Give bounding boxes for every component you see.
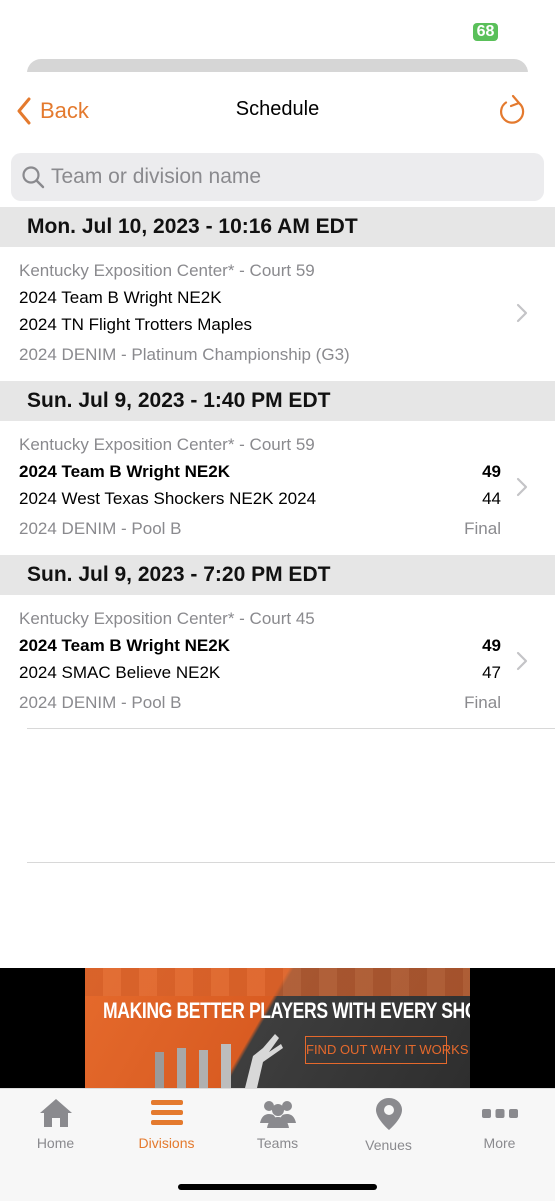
- division-name: 2024 DENIM - Pool B: [19, 693, 182, 712]
- tab-venues[interactable]: Venues: [333, 1097, 444, 1161]
- ad-headline: MAKING BETTER PLAYERS WITH EVERY SHOT: [103, 998, 470, 1023]
- tab-divisions[interactable]: Divisions: [111, 1097, 222, 1161]
- team-name: 2024 Team B Wright NE2K: [19, 288, 222, 307]
- tab-label: Venues: [365, 1137, 412, 1153]
- game-status: Final: [464, 519, 501, 538]
- search-bar: [11, 153, 544, 201]
- tab-label: Home: [36, 1135, 75, 1151]
- row-separator: [27, 728, 555, 729]
- venue-court: Kentucky Exposition Center* - Court 45: [19, 609, 315, 628]
- teams-icon: [259, 1101, 296, 1128]
- ad-banner: MAKING BETTER PLAYERS WITH EVERY SHOT FI…: [0, 968, 555, 1088]
- more-icon: [481, 1109, 518, 1118]
- game-row[interactable]: Kentucky Exposition Center* - Court 59 2…: [0, 421, 555, 555]
- divisions-icon: [150, 1100, 183, 1125]
- team-score: 47: [482, 663, 501, 682]
- location-pin-icon: [375, 1098, 402, 1130]
- team-name: 2024 Team B Wright NE2K: [19, 636, 230, 655]
- game-row[interactable]: Kentucky Exposition Center* - Court 45 2…: [0, 595, 555, 729]
- hands-illustration: [155, 1034, 283, 1088]
- game-row[interactable]: Kentucky Exposition Center* - Court 59 2…: [0, 247, 555, 381]
- refresh-icon: [500, 94, 525, 124]
- status-bar: 68: [0, 0, 555, 60]
- team-name: 2024 West Texas Shockers NE2K 2024: [19, 489, 317, 508]
- team-score: 44: [482, 489, 501, 508]
- team-name: 2024 TN Flight Trotters Maples: [19, 315, 253, 334]
- ad-texture: [85, 968, 470, 996]
- division-name: 2024 DENIM - Pool B: [19, 519, 182, 538]
- page-title: Schedule: [235, 98, 320, 120]
- search-input[interactable]: [51, 153, 531, 201]
- battery-indicator: 68: [473, 23, 498, 41]
- nav-bar: Back Schedule: [0, 72, 555, 150]
- date-header: Mon. Jul 10, 2023 - 10:16 AM EDT: [0, 207, 555, 247]
- tab-label: More: [483, 1135, 516, 1151]
- tab-label: Divisions: [138, 1135, 195, 1151]
- date-header-label: Sun. Jul 9, 2023 - 7:20 PM EDT: [27, 563, 331, 586]
- date-header: Sun. Jul 9, 2023 - 7:20 PM EDT: [0, 555, 555, 595]
- chevron-right-icon: [516, 477, 528, 497]
- search-icon: [22, 166, 45, 189]
- tab-label: Teams: [256, 1135, 299, 1151]
- home-indicator: [178, 1184, 377, 1190]
- venue-court: Kentucky Exposition Center* - Court 59: [19, 435, 315, 454]
- ad-creative[interactable]: MAKING BETTER PLAYERS WITH EVERY SHOT FI…: [85, 968, 470, 1088]
- refresh-button[interactable]: [497, 94, 527, 126]
- chevron-right-icon: [516, 651, 528, 671]
- tab-home[interactable]: Home: [0, 1097, 111, 1161]
- division-name: 2024 DENIM - Platinum Championship (G3): [19, 345, 350, 364]
- date-header-label: Mon. Jul 10, 2023 - 10:16 AM EDT: [27, 215, 358, 238]
- game-status: Final: [464, 693, 501, 712]
- ad-cta-button[interactable]: FIND OUT WHY IT WORKS: [305, 1036, 469, 1064]
- home-icon: [39, 1099, 72, 1127]
- chevron-right-icon: [516, 303, 528, 323]
- team-score: 49: [482, 462, 501, 481]
- team-score: 49: [482, 636, 501, 655]
- date-header-label: Sun. Jul 9, 2023 - 1:40 PM EDT: [27, 389, 331, 412]
- row-separator: [27, 862, 555, 863]
- date-header: Sun. Jul 9, 2023 - 1:40 PM EDT: [0, 381, 555, 421]
- team-name: 2024 Team B Wright NE2K: [19, 462, 230, 481]
- tab-teams[interactable]: Teams: [222, 1097, 333, 1161]
- tab-more[interactable]: More: [444, 1097, 555, 1161]
- venue-court: Kentucky Exposition Center* - Court 59: [19, 261, 315, 280]
- team-name: 2024 SMAC Believe NE2K: [19, 663, 221, 682]
